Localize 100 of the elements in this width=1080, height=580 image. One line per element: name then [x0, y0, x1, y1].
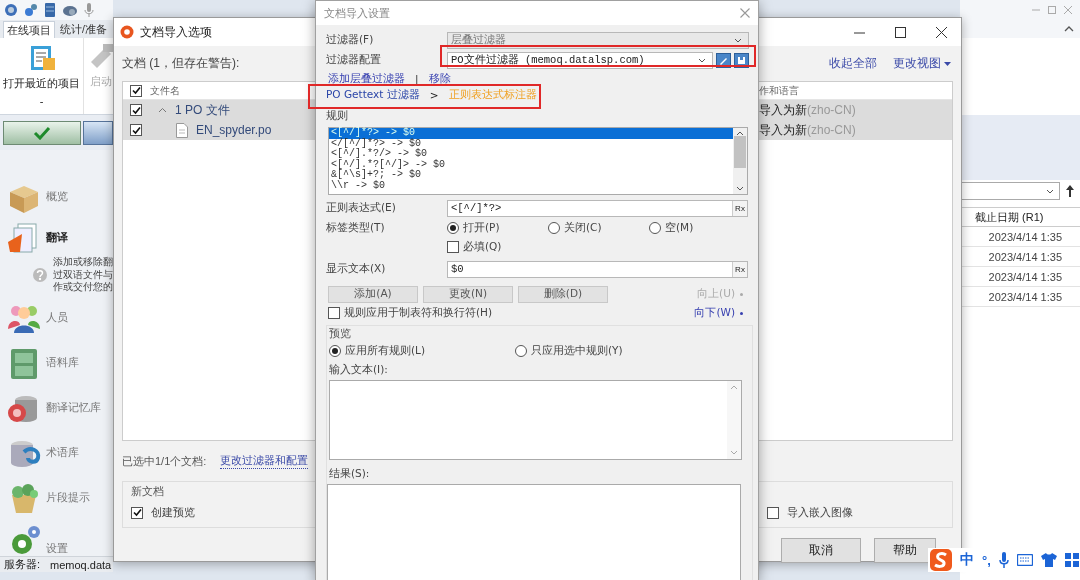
list-item[interactable]: \\r -> $0	[329, 180, 733, 191]
confirm-button[interactable]	[3, 120, 82, 145]
checkbox[interactable]	[767, 506, 779, 519]
link[interactable]: 移除	[428, 72, 451, 86]
checkbox[interactable]	[130, 124, 142, 136]
dialog-title: 文档导入设置	[324, 5, 390, 21]
ribbon-button[interactable]: 打开最近的项目 -	[0, 38, 84, 114]
radio-button[interactable]	[515, 345, 527, 357]
grid-icon[interactable]	[1064, 553, 1079, 567]
text-field[interactable]: $0 Rx	[447, 260, 748, 278]
action-button[interactable]: 添加(A)	[328, 285, 418, 303]
microphone-icon[interactable]	[84, 3, 94, 17]
sidebar-item[interactable]: 翻译	[0, 219, 113, 255]
check-icon	[33, 125, 52, 140]
radio-button[interactable]	[447, 222, 459, 234]
documents-label: 文档 (1，但存在警告):	[122, 55, 240, 72]
option-label: 必填(Q)	[463, 240, 502, 254]
breadcrumb-separator: >	[429, 89, 439, 101]
option-label: 关闭(C)	[564, 221, 602, 235]
scrollbar[interactable]	[733, 128, 747, 194]
text-field[interactable]: <[^/]*?> Rx	[447, 199, 748, 217]
server-icon[interactable]	[44, 3, 56, 17]
sidebar-item[interactable]: 设置	[0, 520, 113, 556]
link[interactable]: 添加层叠过滤器	[328, 72, 405, 86]
checkbox[interactable]	[130, 84, 142, 97]
group-title: 新文档	[131, 484, 165, 499]
sidebar-item[interactable]: 语料库	[0, 340, 113, 385]
checkbox[interactable]	[130, 104, 142, 116]
list-item[interactable]: <[^/]*?> -> $0	[329, 128, 733, 139]
save-icon	[737, 55, 746, 65]
logo-icon[interactable]	[930, 549, 952, 571]
input-mode-text[interactable]: 中	[960, 551, 974, 569]
field-label: 结果(S):	[329, 467, 371, 481]
close-icon[interactable]	[936, 26, 947, 38]
action-button[interactable]: 删除(D)	[518, 285, 608, 303]
field-label: 输入文本(I):	[329, 363, 389, 377]
keyboard-icon[interactable]	[1016, 554, 1033, 566]
option-label: 规则应用于制表符和换行符(H)	[344, 306, 493, 320]
selection-label: 已选中1/1个文档:	[122, 453, 207, 469]
tab[interactable]: 在线项目	[3, 21, 55, 38]
tab[interactable]: 统计/准备	[57, 21, 110, 38]
shirt-icon[interactable]	[1040, 553, 1057, 567]
chevron-down-icon[interactable]	[1046, 188, 1054, 194]
maximize-icon[interactable]	[895, 26, 906, 38]
sidebar-item[interactable]: 人员	[0, 295, 113, 340]
cloud-gear-icon[interactable]	[62, 3, 78, 17]
globe-icon[interactable]	[4, 3, 18, 17]
toolbar-button[interactable]	[83, 120, 113, 145]
table-cell: 导入为新(zho-CN)	[759, 120, 952, 140]
field-label: 显示文本(X)	[326, 262, 387, 276]
breadcrumb-item[interactable]: PO Gettext 过滤器	[326, 88, 420, 102]
dialog-button[interactable]: 取消	[781, 538, 861, 563]
sidebar-item[interactable]: 翻译记忆库	[0, 385, 113, 430]
collapse-icon[interactable]	[158, 107, 167, 113]
link[interactable]: 更改视图	[893, 56, 951, 71]
option-label: 只应用选中规则(Y)	[531, 344, 623, 358]
group-title: 预览	[329, 327, 352, 341]
description-text: 添加或移除翻 过双语文件与 作或交付您的	[53, 256, 113, 294]
window-title: 文档导入选项	[140, 23, 212, 41]
chevron-up-icon[interactable]	[736, 131, 744, 136]
move-link[interactable]: 向下(W)	[694, 306, 743, 320]
collapse-icon[interactable]	[1064, 26, 1074, 32]
sort-up-icon[interactable]	[1066, 185, 1074, 197]
option-label: 空(M)	[665, 221, 694, 235]
chevron-down-icon	[698, 57, 706, 63]
help-icon	[32, 267, 48, 283]
input-field[interactable]	[329, 380, 742, 460]
regex-button[interactable]: Rx	[732, 261, 747, 277]
column-header: 作和语言	[759, 83, 799, 98]
list-item[interactable]: <[^/].*?[^/]> -> $0	[329, 159, 733, 170]
action-button[interactable]: 更改(N)	[423, 285, 513, 303]
radio-button[interactable]	[329, 345, 341, 357]
regex-button[interactable]: Rx	[732, 200, 747, 216]
radio-button[interactable]	[649, 222, 661, 234]
microphone-icon[interactable]	[998, 552, 1009, 568]
sidebar-item[interactable]: 片段提示	[0, 475, 113, 520]
caret-down-icon	[944, 61, 951, 66]
dialog-button[interactable]: 帮助	[874, 538, 936, 563]
table-row[interactable]: 1 PO 文件	[123, 100, 317, 120]
checkbox[interactable]	[447, 241, 459, 253]
change-link[interactable]: 更改过滤器和配置	[220, 453, 309, 469]
list-item[interactable]: </[^/]*?> -> $0	[329, 138, 733, 149]
list-item[interactable]: <[^/].*?/> -> $0	[329, 149, 733, 160]
status-label: 服务器:	[4, 557, 41, 572]
list-item[interactable]: &[^\s]+?; -> $0	[329, 170, 733, 181]
checkbox[interactable]	[328, 307, 340, 319]
radio-button[interactable]	[548, 222, 560, 234]
field-label: 标签类型(T)	[326, 221, 386, 235]
gears-icon[interactable]	[24, 3, 38, 17]
link[interactable]: 收起全部	[829, 56, 877, 71]
sidebar-item[interactable]: 概览	[0, 174, 113, 219]
table-row[interactable]: EN_spyder.po	[123, 120, 317, 140]
checkbox[interactable]	[131, 506, 143, 519]
logo-icon	[120, 25, 134, 39]
file-name: EN_spyder.po	[196, 123, 272, 137]
section-label: 规则	[326, 109, 349, 123]
sidebar-item[interactable]: 术语库	[0, 430, 113, 475]
punctuation-text[interactable]: °,	[982, 552, 991, 568]
field-label: 过滤器配置	[326, 53, 382, 67]
chevron-down-icon[interactable]	[736, 186, 744, 191]
